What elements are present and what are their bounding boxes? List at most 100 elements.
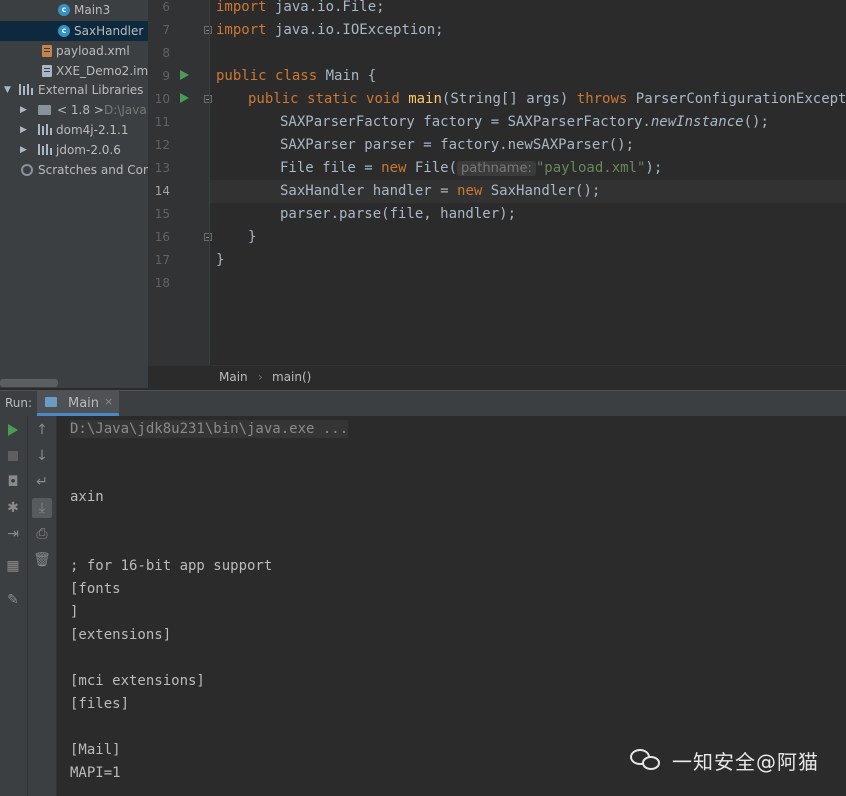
stop-button[interactable] xyxy=(3,446,23,466)
wrap-icon: ↵ xyxy=(36,474,48,490)
line-number: 13 xyxy=(154,161,170,175)
tree-item-path: D:\Java xyxy=(104,103,147,117)
tree-item-jdom[interactable]: ▶ jdom-2.0.6 xyxy=(0,140,148,160)
chevron-right-icon[interactable]: ▶ xyxy=(20,145,27,155)
code-text: File( xyxy=(406,160,458,176)
class-icon: c xyxy=(58,4,70,16)
console-line: [fonts xyxy=(70,581,121,597)
print-button[interactable]: ⎙ xyxy=(32,524,52,544)
rerun-button[interactable] xyxy=(3,420,23,440)
code-line-15: parser.parse(file, handler); xyxy=(280,203,846,226)
method-name: main xyxy=(408,91,442,107)
tree-item-dom4j[interactable]: ▶ dom4j-2.1.1 xyxy=(0,120,148,140)
tree-item-main3[interactable]: c Main3 xyxy=(0,0,148,20)
gutter-divider xyxy=(209,0,210,365)
code-line-17: } xyxy=(216,249,846,272)
xml-file-icon xyxy=(42,45,52,57)
line-number: 8 xyxy=(162,46,170,60)
string-literal: "payload.xml" xyxy=(535,160,646,176)
horizontal-scrollbar[interactable] xyxy=(0,379,58,387)
line-number: 11 xyxy=(154,115,170,129)
soft-wrap-button[interactable]: ↵ xyxy=(32,472,52,492)
fold-marker-icon[interactable] xyxy=(204,233,212,241)
tree-item-payload-xml[interactable]: payload.xml xyxy=(0,41,148,61)
console-line: [extensions] xyxy=(70,627,172,643)
fold-marker-icon[interactable] xyxy=(204,26,212,34)
console-line: [Mail] xyxy=(70,742,121,758)
tree-item-external-libraries[interactable]: ▼ External Libraries xyxy=(0,80,148,100)
fold-marker-icon[interactable] xyxy=(204,95,212,103)
run-tab-main[interactable]: Main × xyxy=(37,391,119,416)
watermark: 一知安全@阿猫 xyxy=(630,742,819,778)
iml-file-icon xyxy=(42,65,52,77)
library-icon xyxy=(38,144,52,155)
code-text: File file = xyxy=(280,160,382,176)
run-class-icon[interactable] xyxy=(180,70,189,80)
run-method-icon[interactable] xyxy=(180,93,189,103)
code-text: (); xyxy=(743,114,769,130)
scroll-to-end-button[interactable]: ⤓ xyxy=(32,498,52,518)
code-line-11: SAXParserFactory factory = SAXParserFact… xyxy=(280,111,846,134)
code-text: java.io.File; xyxy=(266,0,385,15)
keyword: import xyxy=(216,22,267,38)
scroll-down-button[interactable]: ↓ xyxy=(32,446,52,466)
exit-icon: ⇥ xyxy=(7,526,19,542)
line-number: 17 xyxy=(154,253,170,267)
tree-item-scratches[interactable]: Scratches and Con xyxy=(0,160,148,180)
line-number: 18 xyxy=(154,276,170,290)
exit-button[interactable]: ⇥ xyxy=(3,524,23,544)
camera-icon: ◘ xyxy=(7,474,19,490)
tree-item-saxhandler[interactable]: c SaxHandler xyxy=(0,21,148,41)
wechat-logo-icon xyxy=(630,747,664,773)
keyword: static xyxy=(307,91,358,107)
tree-item-label: External Libraries xyxy=(38,83,144,97)
code-text: ); xyxy=(645,160,663,176)
console-line: [mci extensions] xyxy=(70,673,205,689)
static-method: newInstance xyxy=(650,114,744,130)
code-text: } xyxy=(216,252,225,268)
console-output[interactable]: D:\Java\jdk8u231\bin\java.exe ... axin ;… xyxy=(57,416,846,796)
watermark-text: 一知安全@阿猫 xyxy=(672,749,819,774)
editor-gutter[interactable]: 6 7 8 9 10 11 12 13 14 15 16 17 18 xyxy=(148,0,212,365)
clear-button[interactable]: 🗑 xyxy=(32,550,52,570)
keyword: void xyxy=(366,91,400,107)
breadcrumb-class[interactable]: Main xyxy=(219,370,248,384)
code-editor[interactable]: 6 7 8 9 10 11 12 13 14 15 16 17 18 impor… xyxy=(148,0,846,365)
breadcrumb-method[interactable]: main() xyxy=(272,370,311,384)
scratches-icon xyxy=(21,164,33,176)
chevron-right-icon[interactable]: ▶ xyxy=(20,125,27,135)
tree-item-label: Main3 xyxy=(74,3,111,17)
layout-button[interactable]: ▦ xyxy=(3,556,23,576)
dump-threads-button[interactable]: ◘ xyxy=(3,472,23,492)
tree-item-label: payload.xml xyxy=(56,44,130,58)
chevron-down-icon[interactable]: ▼ xyxy=(4,85,11,95)
run-toolbar-right: ↑ ↓ ↵ ⤓ ⎙ 🗑 xyxy=(28,416,57,796)
code-line-6: import java.io.File; xyxy=(216,0,846,19)
scroll-end-icon: ⤓ xyxy=(38,500,46,516)
play-icon xyxy=(8,424,18,436)
code-line-13: File file = new File(pathname: "payload.x… xyxy=(280,157,846,180)
code-text: (String[] args) xyxy=(441,91,577,107)
tree-item-iml[interactable]: XXE_Demo2.iml xyxy=(0,61,148,81)
chevron-right-icon[interactable]: ▶ xyxy=(20,105,27,115)
code-text: SaxHandler handler = xyxy=(280,183,458,199)
tree-item-label: Scratches and Con xyxy=(38,163,148,177)
close-icon[interactable]: × xyxy=(104,395,113,408)
run-label: Run: xyxy=(5,396,33,410)
line-number: 7 xyxy=(162,23,170,37)
scroll-up-button[interactable]: ↑ xyxy=(32,420,52,440)
code-line-10: public static void main(String[] args) t… xyxy=(248,88,846,111)
printer-icon: ⎙ xyxy=(36,526,48,542)
pin-icon: ✎ xyxy=(7,592,19,608)
tree-item-label: jdom-2.0.6 xyxy=(56,143,121,157)
code-text: } xyxy=(248,229,257,245)
tree-item-label: dom4j-2.1.1 xyxy=(56,123,129,137)
parameter-hint: pathname: xyxy=(457,161,536,176)
tree-item-jdk[interactable]: ▶ < 1.8 > D:\Java xyxy=(0,100,148,120)
library-icon xyxy=(38,124,52,135)
run-toolwindow-header: Run: Main × xyxy=(0,390,846,417)
tree-item-label: XXE_Demo2.iml xyxy=(56,64,148,78)
pin-button[interactable]: ✎ xyxy=(3,590,23,610)
project-sidebar: c Main3 c SaxHandler payload.xml XXE_Dem… xyxy=(0,0,148,388)
settings-button[interactable]: ✱ xyxy=(3,498,23,518)
